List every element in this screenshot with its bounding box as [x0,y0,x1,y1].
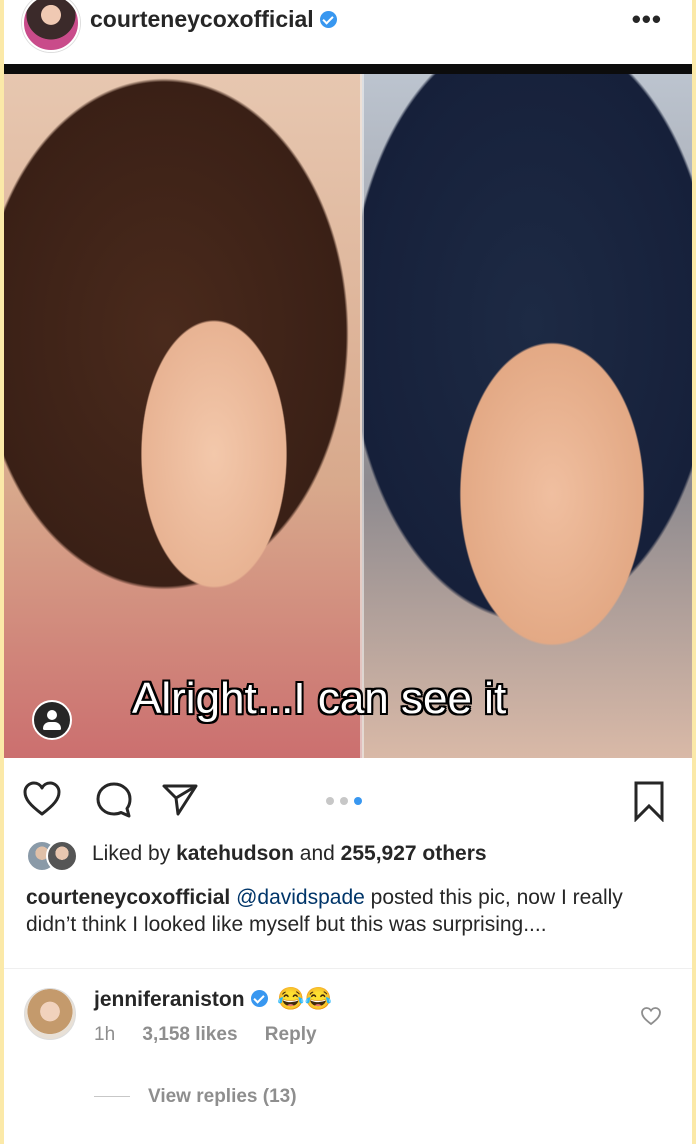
comment-bubble-icon[interactable] [94,780,134,820]
action-bar [4,770,692,826]
comment-item: jenniferaniston 😂😂 1h 3,158 likes Reply [4,980,692,1060]
verified-badge-icon [250,990,268,1007]
author-username-row[interactable]: courteneycoxofficial [90,6,337,33]
post-caption: courteneycoxofficial @davidspade posted … [26,884,666,938]
reply-button[interactable]: Reply [265,1024,317,1045]
tagged-user-icon[interactable] [32,700,72,740]
caption-mention[interactable]: @davidspade [236,886,365,909]
carousel-dot [326,797,334,805]
post-photo[interactable]: Alright...I can see it [4,64,692,758]
likes-and: and [299,842,335,865]
likes-prefix: Liked by [92,842,171,865]
photo-top-bar [4,64,692,74]
comment-likes[interactable]: 3,158 likes [142,1024,237,1045]
heart-icon[interactable] [22,780,62,818]
carousel-dot [340,797,348,805]
photo-overlay-text: Alright...I can see it [132,674,507,723]
divider [4,968,692,969]
comment-meta: 1h 3,158 likes Reply [94,1024,339,1046]
likes-text[interactable]: Liked by katehudson and 255,927 others [92,842,487,866]
commenter-username[interactable]: jenniferaniston [94,988,245,1011]
commenter-avatar[interactable] [24,988,76,1040]
paper-plane-icon[interactable] [160,780,200,818]
liker-avatars [26,840,78,872]
view-replies-label[interactable]: View replies (13) [148,1086,297,1107]
verified-badge-icon [319,11,337,28]
ellipsis-icon[interactable]: ••• [632,4,662,35]
comment-time: 1h [94,1024,116,1045]
caption-username[interactable]: courteneycoxofficial [26,886,230,909]
likes-others[interactable]: 255,927 others [341,842,487,865]
photo-left-portrait [4,74,362,758]
post-header: courteneycoxofficial ••• [4,0,692,64]
view-replies-line [94,1096,130,1098]
heart-outline-icon[interactable] [640,1006,662,1026]
carousel-dot-active [354,797,362,805]
likes-user[interactable]: katehudson [176,842,294,865]
instagram-post-card: courteneycoxofficial ••• Alright...I can… [4,0,692,1144]
author-username[interactable]: courteneycoxofficial [90,6,314,32]
view-replies-button[interactable]: View replies (13) [94,1086,297,1108]
bookmark-icon[interactable] [632,780,666,822]
photo-right-portrait [362,74,692,758]
liker-avatar [46,840,78,872]
carousel-indicator [326,792,368,810]
photo-divider [360,74,364,758]
comment-header: jenniferaniston 😂😂 [94,986,332,1012]
comment-text: 😂😂 [277,986,333,1011]
author-avatar[interactable] [22,0,80,52]
